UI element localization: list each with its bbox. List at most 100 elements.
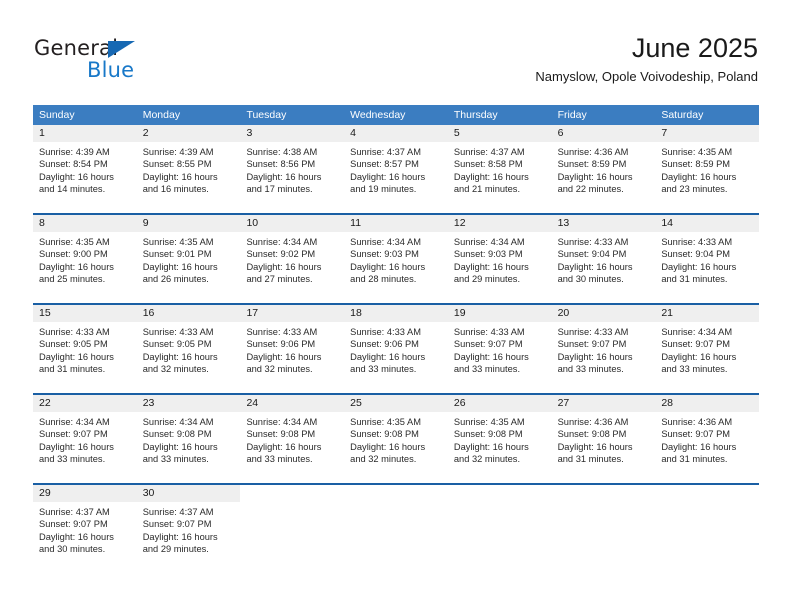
general-blue-logo[interactable]: General Blue — [34, 36, 214, 84]
day-sun-info: Sunrise: 4:33 AM Sunset: 9:05 PM Daylight:… — [137, 322, 241, 375]
sunset-text: Sunset: 9:02 PM — [246, 249, 316, 260]
day-sun-info: Sunrise: 4:35 AM Sunset: 9:08 PM Daylight:… — [448, 412, 552, 465]
day-number: 26 — [447, 395, 552, 412]
calendar-day-cell-empty — [240, 485, 344, 573]
day-sun-info: Sunrise: 4:34 AM Sunset: 9:03 PM Daylight:… — [344, 232, 448, 285]
calendar-day-cell-empty — [552, 485, 656, 573]
daylight-text: Daylight: 16 hours and 17 minutes. — [246, 171, 322, 194]
day-number: 25 — [344, 395, 448, 412]
calendar-day-cell[interactable]: 12 Sunrise: 4:34 AM Sunset: 9:03 PM Dayligh… — [447, 215, 552, 303]
sunrise-text: Sunrise: 4:34 AM — [350, 237, 421, 247]
daylight-text: Daylight: 16 hours and 31 minutes. — [557, 441, 633, 464]
sunrise-text: Sunrise: 4:34 AM — [246, 417, 318, 427]
day-sun-info: Sunrise: 4:33 AM Sunset: 9:06 PM Daylight:… — [240, 322, 344, 375]
calendar-day-cell[interactable]: 25 Sunrise: 4:35 AM Sunset: 9:08 PM Dayligh… — [344, 395, 448, 483]
daylight-text: Daylight: 16 hours and 33 minutes. — [39, 441, 114, 464]
day-number: 27 — [551, 395, 656, 412]
calendar-day-cell[interactable]: 14 Sunrise: 4:33 AM Sunset: 9:04 PM Dayligh… — [655, 215, 760, 303]
day-number: 28 — [655, 395, 760, 412]
calendar-day-cell[interactable]: 1 Sunrise: 4:39 AM Sunset: 8:54 PM Daylight… — [33, 125, 137, 213]
sunset-text: Sunset: 8:56 PM — [246, 159, 316, 170]
day-sun-info: Sunrise: 4:34 AM Sunset: 9:07 PM Daylight:… — [33, 412, 137, 465]
day-sun-info: Sunrise: 4:35 AM Sunset: 9:00 PM Daylight:… — [33, 232, 137, 285]
daylight-text: Daylight: 16 hours and 16 minutes. — [142, 171, 218, 194]
day-sun-info: Sunrise: 4:37 AM Sunset: 8:58 PM Daylight:… — [448, 142, 552, 195]
calendar-day-cell[interactable]: 15 Sunrise: 4:33 AM Sunset: 9:05 PM Dayligh… — [33, 305, 137, 393]
calendar-day-cell[interactable]: 2 Sunrise: 4:39 AM Sunset: 8:55 PM Daylight… — [136, 125, 241, 213]
sunrise-text: Sunrise: 4:35 AM — [350, 417, 421, 427]
calendar-day-cell[interactable]: 30 Sunrise: 4:37 AM Sunset: 9:07 PM Dayligh… — [136, 485, 241, 573]
sunrise-text: Sunrise: 4:33 AM — [246, 327, 318, 337]
daylight-text: Daylight: 16 hours and 32 minutes. — [350, 441, 426, 464]
daylight-text: Daylight: 16 hours and 33 minutes. — [350, 351, 426, 374]
sunrise-text: Sunrise: 4:33 AM — [453, 327, 525, 337]
day-number: 2 — [136, 125, 241, 142]
sunrise-text: Sunrise: 4:37 AM — [39, 507, 110, 517]
calendar-day-cell[interactable]: 28 Sunrise: 4:36 AM Sunset: 9:07 PM Dayligh… — [655, 395, 760, 483]
sunset-text: Sunset: 9:08 PM — [557, 429, 627, 440]
sunrise-text: Sunrise: 4:34 AM — [142, 417, 214, 427]
day-sun-info: Sunrise: 4:33 AM Sunset: 9:07 PM Daylight:… — [448, 322, 552, 375]
calendar-day-cell[interactable]: 24 Sunrise: 4:34 AM Sunset: 9:08 PM Dayligh… — [240, 395, 345, 483]
calendar-day-cell[interactable]: 6 Sunrise: 4:36 AM Sunset: 8:59 PM Daylight… — [551, 125, 656, 213]
day-sun-info: Sunrise: 4:37 AM Sunset: 9:07 PM Daylight:… — [137, 502, 241, 555]
weekday-header-monday: Monday — [142, 109, 181, 121]
calendar-day-cell[interactable]: 17 Sunrise: 4:33 AM Sunset: 9:06 PM Dayligh… — [240, 305, 345, 393]
daylight-text: Daylight: 16 hours and 33 minutes. — [246, 441, 322, 464]
sunset-text: Sunset: 9:08 PM — [350, 429, 419, 440]
sunset-text: Sunset: 8:59 PM — [557, 159, 627, 170]
day-number: 4 — [344, 125, 448, 142]
day-number: 29 — [33, 485, 137, 502]
sunset-text: Sunset: 8:54 PM — [39, 159, 108, 170]
daylight-text: Daylight: 16 hours and 29 minutes. — [453, 261, 529, 284]
calendar-day-cell[interactable]: 4 Sunrise: 4:37 AM Sunset: 8:57 PM Daylight… — [344, 125, 448, 213]
weekday-header-sunday: Sunday — [39, 109, 75, 121]
calendar-day-cell[interactable]: 27 Sunrise: 4:36 AM Sunset: 9:08 PM Dayligh… — [551, 395, 656, 483]
calendar-day-cell[interactable]: 7 Sunrise: 4:35 AM Sunset: 8:59 PM Daylight… — [655, 125, 760, 213]
calendar-day-cell[interactable]: 19 Sunrise: 4:33 AM Sunset: 9:07 PM Dayligh… — [447, 305, 552, 393]
sunrise-text: Sunrise: 4:33 AM — [557, 237, 629, 247]
calendar-day-cell[interactable]: 13 Sunrise: 4:33 AM Sunset: 9:04 PM Dayligh… — [551, 215, 656, 303]
calendar-day-cell[interactable]: 5 Sunrise: 4:37 AM Sunset: 8:58 PM Daylight… — [447, 125, 552, 213]
calendar-day-cell-empty — [655, 485, 759, 573]
calendar-day-cell[interactable]: 26 Sunrise: 4:35 AM Sunset: 9:08 PM Dayligh… — [447, 395, 552, 483]
sunset-text: Sunset: 9:05 PM — [39, 339, 108, 350]
calendar-day-cell[interactable]: 23 Sunrise: 4:34 AM Sunset: 9:08 PM Dayligh… — [136, 395, 241, 483]
weekday-header-friday: Friday — [557, 109, 587, 121]
day-number: 11 — [344, 215, 448, 232]
daylight-text: Daylight: 16 hours and 25 minutes. — [39, 261, 114, 284]
day-sun-info: Sunrise: 4:34 AM Sunset: 9:03 PM Daylight:… — [448, 232, 552, 285]
page-header: General Blue June 2025 Namyslow, Opole V… — [0, 0, 792, 100]
calendar-day-cell[interactable]: 11 Sunrise: 4:34 AM Sunset: 9:03 PM Dayligh… — [344, 215, 448, 303]
day-sun-info: Sunrise: 4:37 AM Sunset: 9:07 PM Daylight:… — [33, 502, 137, 555]
weekday-header-wednesday: Wednesday — [350, 109, 406, 121]
calendar-week-row: 8 Sunrise: 4:35 AM Sunset: 9:00 PM Daylight… — [33, 213, 760, 303]
calendar-day-cell[interactable]: 8 Sunrise: 4:35 AM Sunset: 9:00 PM Daylight… — [33, 215, 137, 303]
day-number: 19 — [447, 305, 552, 322]
daylight-text: Daylight: 16 hours and 19 minutes. — [350, 171, 426, 194]
sunrise-text: Sunrise: 4:35 AM — [39, 237, 110, 247]
calendar-day-cell[interactable]: 9 Sunrise: 4:35 AM Sunset: 9:01 PM Daylight… — [136, 215, 241, 303]
daylight-text: Daylight: 16 hours and 32 minutes. — [246, 351, 322, 374]
calendar-day-cell[interactable]: 3 Sunrise: 4:38 AM Sunset: 8:56 PM Daylight… — [240, 125, 345, 213]
sunset-text: Sunset: 8:58 PM — [453, 159, 523, 170]
day-number: 12 — [447, 215, 552, 232]
calendar-day-cell[interactable]: 20 Sunrise: 4:33 AM Sunset: 9:07 PM Dayligh… — [551, 305, 656, 393]
sunrise-text: Sunrise: 4:39 AM — [142, 147, 214, 157]
day-sun-info: Sunrise: 4:34 AM Sunset: 9:02 PM Daylight:… — [240, 232, 344, 285]
sunrise-text: Sunrise: 4:39 AM — [39, 147, 110, 157]
sunrise-text: Sunrise: 4:33 AM — [661, 237, 733, 247]
day-sun-info: Sunrise: 4:35 AM Sunset: 9:08 PM Daylight:… — [344, 412, 448, 465]
sunset-text: Sunset: 9:08 PM — [142, 429, 212, 440]
calendar-week-row: 1 Sunrise: 4:39 AM Sunset: 8:54 PM Daylight… — [33, 125, 760, 213]
page-title: June 2025 — [631, 33, 758, 63]
calendar-day-cell[interactable]: 21 Sunrise: 4:34 AM Sunset: 9:07 PM Dayligh… — [655, 305, 760, 393]
calendar-day-cell[interactable]: 22 Sunrise: 4:34 AM Sunset: 9:07 PM Dayligh… — [33, 395, 137, 483]
calendar-page: General Blue June 2025 Namyslow, Opole V… — [0, 0, 792, 612]
calendar-day-cell[interactable]: 18 Sunrise: 4:33 AM Sunset: 9:06 PM Dayligh… — [344, 305, 448, 393]
daylight-text: Daylight: 16 hours and 31 minutes. — [661, 441, 737, 464]
daylight-text: Daylight: 16 hours and 33 minutes. — [453, 351, 529, 374]
calendar-day-cell[interactable]: 10 Sunrise: 4:34 AM Sunset: 9:02 PM Dayligh… — [240, 215, 345, 303]
calendar-day-cell[interactable]: 29 Sunrise: 4:37 AM Sunset: 9:07 PM Dayligh… — [33, 485, 137, 573]
calendar-day-cell[interactable]: 16 Sunrise: 4:33 AM Sunset: 9:05 PM Dayligh… — [136, 305, 241, 393]
